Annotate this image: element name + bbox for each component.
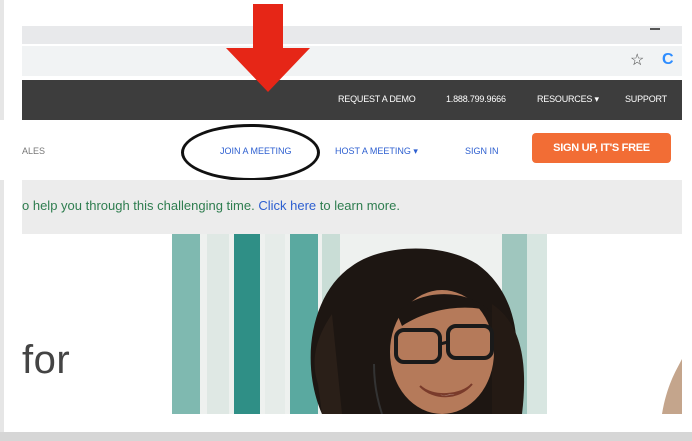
banner-text: o help you through this challenging time… xyxy=(22,198,400,213)
star-icon[interactable]: ☆ xyxy=(630,52,644,70)
request-demo-link[interactable]: REQUEST A DEMO xyxy=(338,94,416,104)
red-arrow-icon xyxy=(226,4,310,92)
notice-banner: o help you through this challenging time… xyxy=(22,180,682,234)
host-meeting-menu[interactable]: HOST A MEETING ▾ xyxy=(335,146,418,157)
main-nav: ALES JOIN A MEETING HOST A MEETING ▾ SIG… xyxy=(0,120,692,180)
sales-link[interactable]: ALES xyxy=(22,146,45,156)
phone-link[interactable]: 1.888.799.9666 xyxy=(446,94,506,104)
address-bar[interactable] xyxy=(22,46,682,76)
screenshot-frame: ☆ C REQUEST A DEMO 1.888.799.9666 RESOUR… xyxy=(0,0,692,441)
hero-heading: for xyxy=(22,338,71,382)
resources-menu[interactable]: RESOURCES ▾ xyxy=(537,94,599,105)
browser-tab-strip xyxy=(22,26,682,44)
extension-icon[interactable]: C xyxy=(662,51,674,69)
highlight-circle xyxy=(181,124,320,181)
click-here-link[interactable]: Click here xyxy=(258,198,316,213)
top-nav: REQUEST A DEMO 1.888.799.9666 RESOURCES … xyxy=(22,80,682,120)
minimize-icon[interactable] xyxy=(650,28,660,30)
hero-section: for xyxy=(22,234,682,414)
bottom-border xyxy=(0,432,692,441)
left-border xyxy=(0,0,4,441)
sign-in-link[interactable]: SIGN IN xyxy=(465,146,499,156)
support-link[interactable]: SUPPORT xyxy=(625,94,667,104)
sign-up-button[interactable]: SIGN UP, IT'S FREE xyxy=(532,133,671,163)
hero-photo xyxy=(172,234,682,414)
